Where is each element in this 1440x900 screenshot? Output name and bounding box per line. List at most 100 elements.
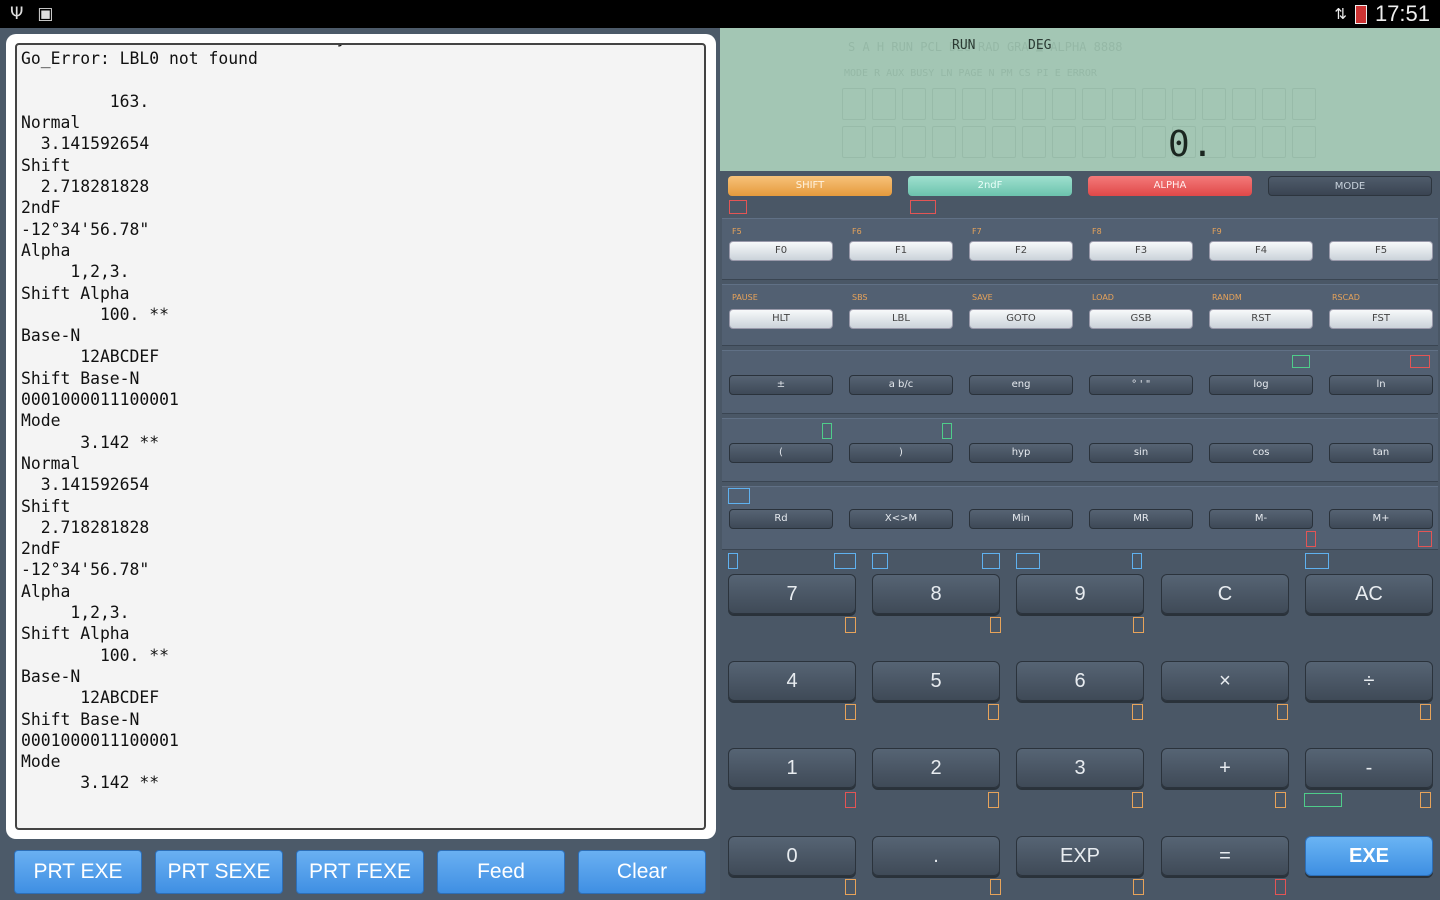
key-equals[interactable]: = <box>1161 836 1289 876</box>
f1-key[interactable]: F1 <box>849 241 953 261</box>
paper-line: 2.718281828 <box>21 177 150 197</box>
battery-icon <box>1354 4 1367 24</box>
key-7[interactable]: 7 <box>728 574 856 614</box>
lcd-cell <box>902 88 926 120</box>
paren-indicator <box>822 423 832 439</box>
usb-icon: Ψ <box>10 4 24 24</box>
key-3[interactable]: 3 <box>1016 748 1144 788</box>
function-key-row: F0 F1 F2 F3 F4 F5 F5 F6 F7 F8 F9 <box>722 218 1438 280</box>
rd-key[interactable]: Rd <box>729 509 833 529</box>
scientific-row-1: ± a b/c eng ° ' " log ln <box>722 350 1438 414</box>
lcd-cell <box>1232 88 1256 120</box>
gsb-key[interactable]: GSB <box>1089 309 1193 329</box>
lcd-cell <box>992 126 1016 158</box>
key-indicator <box>1275 792 1286 808</box>
paper-line: 163. <box>21 91 150 111</box>
key-2[interactable]: 2 <box>872 748 1000 788</box>
program-key-row: HLT LBL GOTO GSB RST FST PAUSE SBS SAVE … <box>722 284 1438 346</box>
clear-button[interactable]: Clear <box>578 850 706 894</box>
key-exp[interactable]: EXP <box>1016 836 1144 876</box>
mode-button[interactable]: MODE <box>1268 176 1432 196</box>
alpha-button[interactable]: ALPHA <box>1088 176 1252 196</box>
eng-key[interactable]: eng <box>969 375 1073 395</box>
lcd-ghost-status: MODE R AUX BUSY LN PAGE N PM CS PI E ERR… <box>844 68 1097 79</box>
shift-button[interactable]: SHIFT <box>728 176 892 196</box>
f4-key[interactable]: F4 <box>1209 241 1313 261</box>
key-0[interactable]: 0 <box>728 836 856 876</box>
sin-key[interactable]: sin <box>1089 443 1193 463</box>
printer-paper[interactable]: ENDLN: (No such file or directory)Go_Err… <box>15 43 706 830</box>
key-multiply[interactable]: × <box>1161 661 1289 701</box>
f2-key[interactable]: F2 <box>969 241 1073 261</box>
paper-line: Shift Alpha <box>21 624 130 644</box>
fraction-key[interactable]: a b/c <box>849 375 953 395</box>
paper-line: 12ABCDEF <box>21 347 160 367</box>
key-indicator <box>872 553 888 569</box>
mr-key[interactable]: MR <box>1089 509 1193 529</box>
f5-key[interactable]: F5 <box>1329 241 1433 261</box>
lcd-cell <box>1112 126 1136 158</box>
prt-exe-button[interactable]: PRT EXE <box>14 850 142 894</box>
key-dot[interactable]: . <box>872 836 1000 876</box>
f3-key[interactable]: F3 <box>1089 241 1193 261</box>
min-key[interactable]: Min <box>969 509 1073 529</box>
key-divide[interactable]: ÷ <box>1305 661 1433 701</box>
prt-fexe-button[interactable]: PRT FEXE <box>296 850 424 894</box>
key-minus[interactable]: - <box>1305 748 1433 788</box>
key-c[interactable]: C <box>1161 574 1289 614</box>
f-key-shift-label: F5 <box>732 227 742 236</box>
paper-line: Shift Base-N <box>21 368 140 388</box>
key-8[interactable]: 8 <box>872 574 1000 614</box>
paper-line: 0001000011100001 <box>21 390 179 410</box>
paper-line: 3.141592654 <box>21 134 150 154</box>
plus-minus-key[interactable]: ± <box>729 375 833 395</box>
feed-button[interactable]: Feed <box>437 850 565 894</box>
key-5[interactable]: 5 <box>872 661 1000 701</box>
paper-frame: ENDLN: (No such file or directory)Go_Err… <box>6 34 716 839</box>
tan-key[interactable]: tan <box>1329 443 1433 463</box>
oct-indicator <box>1410 355 1430 368</box>
mem-indicator <box>1306 531 1316 547</box>
shift-lock-indicator <box>729 200 747 214</box>
paper-line: Base-N <box>21 666 81 686</box>
lcd-cell <box>1262 126 1286 158</box>
key-1[interactable]: 1 <box>728 748 856 788</box>
paper-line: Shift Alpha <box>21 283 130 303</box>
cos-key[interactable]: cos <box>1209 443 1313 463</box>
dms-key[interactable]: ° ' " <box>1089 375 1193 395</box>
prog-key-shift-label: SAVE <box>972 293 993 302</box>
paper-line: 3.141592654 <box>21 475 150 495</box>
prt-sexe-button[interactable]: PRT SEXE <box>155 850 283 894</box>
paper-line: Mode <box>21 411 61 431</box>
printer-panel: ENDLN: (No such file or directory)Go_Err… <box>0 28 720 900</box>
rst-key[interactable]: RST <box>1209 309 1313 329</box>
lcd-cell <box>902 126 926 158</box>
lcd-cell <box>1142 88 1166 120</box>
paper-line: Alpha <box>21 240 71 260</box>
2ndf-button[interactable]: 2ndF <box>908 176 1072 196</box>
hyp-key[interactable]: hyp <box>969 443 1073 463</box>
key-exe[interactable]: EXE <box>1305 836 1433 876</box>
key-4[interactable]: 4 <box>728 661 856 701</box>
m-minus-key[interactable]: M- <box>1209 509 1313 529</box>
ln-key[interactable]: ln <box>1329 375 1433 395</box>
close-paren-key[interactable]: ) <box>849 443 953 463</box>
lcd-cell <box>932 88 956 120</box>
lbl-key[interactable]: LBL <box>849 309 953 329</box>
key-indicator <box>1132 792 1143 808</box>
key-9[interactable]: 9 <box>1016 574 1144 614</box>
key-6[interactable]: 6 <box>1016 661 1144 701</box>
open-paren-key[interactable]: ( <box>729 443 833 463</box>
key-plus[interactable]: + <box>1161 748 1289 788</box>
fst-key[interactable]: FST <box>1329 309 1433 329</box>
key-ac[interactable]: AC <box>1305 574 1433 614</box>
log-key[interactable]: log <box>1209 375 1313 395</box>
hlt-key[interactable]: HLT <box>729 309 833 329</box>
m-plus-key[interactable]: M+ <box>1329 509 1433 529</box>
lcd-cell <box>1022 88 1046 120</box>
f0-key[interactable]: F0 <box>729 241 833 261</box>
x-m-key[interactable]: X<>M <box>849 509 953 529</box>
key-indicator <box>845 704 856 720</box>
goto-key[interactable]: GOTO <box>969 309 1073 329</box>
prog-key-shift-label: LOAD <box>1092 293 1114 302</box>
